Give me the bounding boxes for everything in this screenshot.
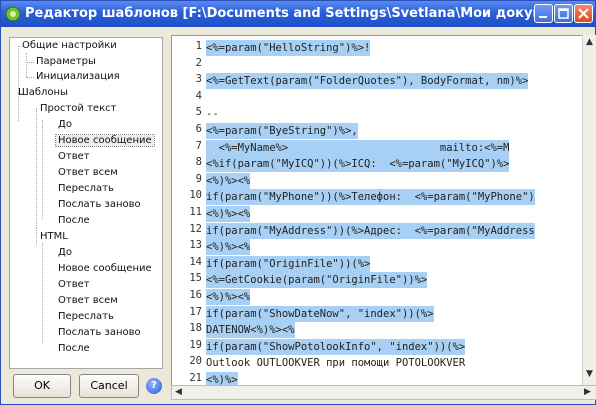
maximize-button[interactable] xyxy=(554,4,573,23)
code-line[interactable]: <%=MyName%> mailto:<%=M xyxy=(206,139,510,156)
window-title: Редактор шаблонов [F:\Documents and Sett… xyxy=(25,6,535,21)
minimize-button[interactable] xyxy=(534,4,553,23)
line-number: 19 xyxy=(189,338,202,351)
tree-item-plain-before[interactable]: До xyxy=(58,119,72,130)
ok-button[interactable]: OK xyxy=(13,374,71,398)
close-icon xyxy=(578,8,589,19)
line-number: 5 xyxy=(195,106,202,119)
vertical-scrollbar[interactable]: ▲ ▼ xyxy=(582,35,596,385)
tree-item-html-resend[interactable]: Послать заново xyxy=(58,327,141,338)
code-line[interactable]: if(param("ShowDateNow", "index"))(%> xyxy=(206,305,434,322)
line-number: 1 xyxy=(195,40,202,52)
line-number: 13 xyxy=(189,239,202,252)
code-line[interactable]: <%=GetCookie(param("OriginFile"))%> xyxy=(206,272,428,289)
code-line[interactable]: <%)%><% xyxy=(206,239,251,256)
tree-item-general-settings[interactable]: Общие настройки xyxy=(22,40,117,51)
minimize-icon xyxy=(539,16,547,18)
line-number: 6 xyxy=(195,123,202,135)
line-number: 11 xyxy=(189,206,202,218)
tree-item-plain-text[interactable]: Простой текст xyxy=(40,103,116,114)
line-number: 9 xyxy=(195,172,202,185)
tree-item-plain-after[interactable]: После xyxy=(58,215,90,226)
app-icon xyxy=(5,6,21,22)
close-button[interactable] xyxy=(574,4,593,23)
line-number: 16 xyxy=(189,289,202,301)
code-line[interactable]: if(param("MyAddress"))(%>Адрес: <%=param… xyxy=(206,222,535,239)
code-line[interactable]: <%)%><% xyxy=(206,289,251,305)
code-line[interactable]: <%if(param("MyICQ"))(%>ICQ: <%=param("My… xyxy=(206,156,510,173)
template-editor-window: Редактор шаблонов [F:\Documents and Sett… xyxy=(0,0,596,405)
maximize-icon xyxy=(558,8,569,19)
line-number: 8 xyxy=(195,156,202,169)
tree-item-plain-resend[interactable]: Послать заново xyxy=(58,199,141,210)
code-line[interactable]: <%=param("ByeString")%>, xyxy=(206,123,358,139)
code-line[interactable]: <%)%><% xyxy=(206,206,251,222)
tree-item-html-reply-all[interactable]: Ответ всем xyxy=(58,295,118,306)
code-line[interactable]: <%)%><% xyxy=(206,172,251,189)
code-line[interactable]: if(param("MyPhone"))(%>Телефон: <%=param… xyxy=(206,189,535,206)
tree-item-html-after[interactable]: После xyxy=(58,343,90,354)
tree-item-html-before[interactable]: До xyxy=(58,247,72,258)
code-line[interactable]: Outlook OUTLOOKVER при помощи POTOLOOKVE… xyxy=(206,355,465,371)
tree-item-plain-forward[interactable]: Переслать xyxy=(58,183,114,194)
scroll-up-icon[interactable]: ▲ xyxy=(586,37,593,47)
code-line[interactable]: if(param("ShowPotolookInfo", "index"))(%… xyxy=(206,338,466,355)
tree-item-parameters[interactable]: Параметры xyxy=(36,56,96,67)
line-number: 3 xyxy=(195,73,202,86)
line-number: 17 xyxy=(189,305,202,318)
line-number: 2 xyxy=(195,56,202,69)
line-number: 18 xyxy=(189,322,202,335)
line-number: 21 xyxy=(189,372,202,384)
tree-item-plain-reply-all[interactable]: Ответ всем xyxy=(58,167,118,178)
tree-item-html-forward[interactable]: Переслать xyxy=(58,311,114,322)
scroll-left-icon[interactable]: ◀ xyxy=(175,387,182,397)
tree-item-templates[interactable]: Шаблоны xyxy=(18,87,68,98)
scroll-right-icon[interactable]: ▶ xyxy=(584,387,591,397)
line-number: 7 xyxy=(195,139,202,152)
tree-item-html-new-message[interactable]: Новое сообщение xyxy=(58,263,152,274)
tree-item-initialization[interactable]: Инициализация xyxy=(36,71,120,82)
line-number: 14 xyxy=(189,255,202,268)
tree-item-html[interactable]: HTML xyxy=(40,231,68,242)
line-number: 12 xyxy=(189,222,202,235)
tree-item-plain-reply[interactable]: Ответ xyxy=(58,151,90,162)
help-icon[interactable]: ? xyxy=(146,378,162,394)
scroll-down-icon[interactable]: ▼ xyxy=(586,369,593,379)
line-number: 20 xyxy=(189,355,202,368)
horizontal-scrollbar[interactable]: ◀ ▶ xyxy=(171,385,596,400)
tree-item-html-reply[interactable]: Ответ xyxy=(58,279,90,290)
code-line[interactable]: if(param("OriginFile"))(%> xyxy=(206,255,371,272)
line-number: 15 xyxy=(189,272,202,285)
template-tree[interactable]: Общие настройки Параметры Инициализация … xyxy=(9,37,163,369)
code-line[interactable]: DATENOW<%)%><% xyxy=(206,322,295,339)
code-line[interactable]: <%=param("HelloString")%>! xyxy=(206,40,371,56)
tree-item-plain-new-message[interactable]: Новое сообщение xyxy=(55,134,155,147)
title-bar[interactable]: Редактор шаблонов [F:\Documents and Sett… xyxy=(1,1,595,27)
code-editor[interactable]: 1 <%=param("HelloString")%>! 2 3 <%=GetText(… xyxy=(171,35,596,387)
line-number: 4 xyxy=(195,89,202,102)
line-number: 10 xyxy=(189,189,202,202)
cancel-button[interactable]: Cancel xyxy=(79,374,139,398)
code-line[interactable]: <%=GetText(param("FolderQuotes"), BodyFo… xyxy=(206,73,529,90)
code-line[interactable]: -- xyxy=(206,106,219,122)
